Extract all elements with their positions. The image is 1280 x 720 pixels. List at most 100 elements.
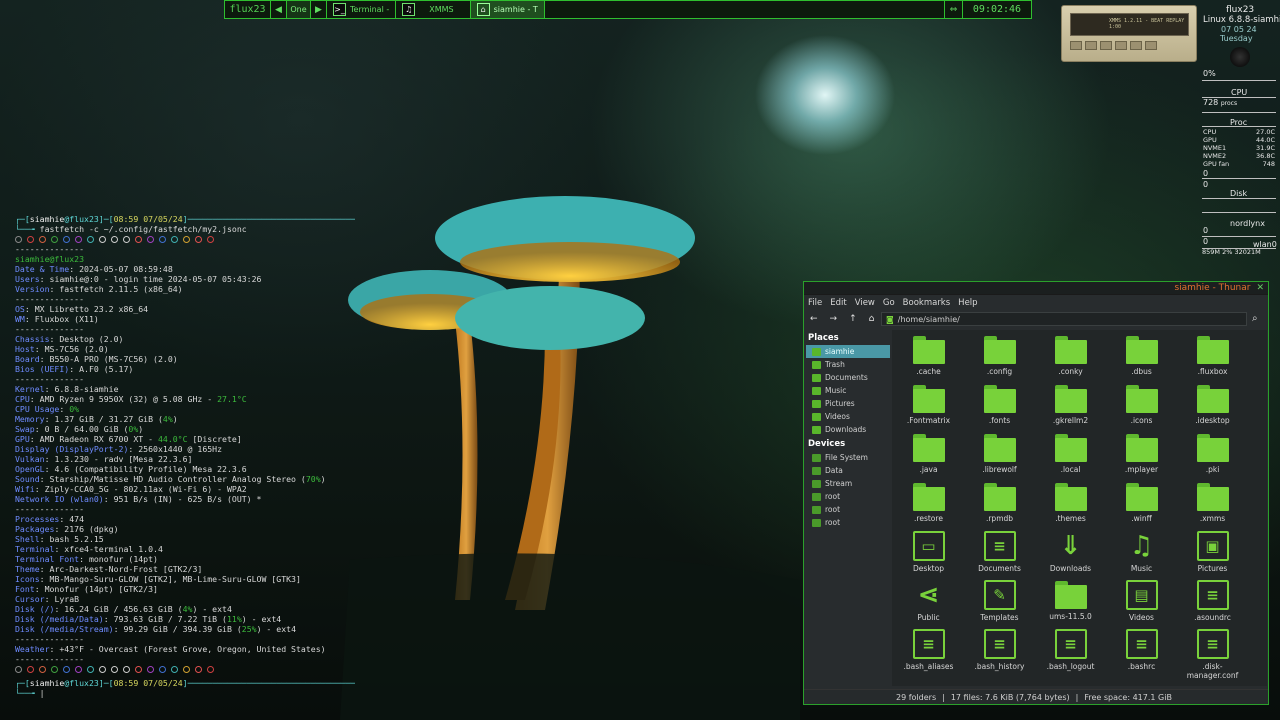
device-item[interactable]: Stream [806, 477, 890, 490]
device-item[interactable]: root [806, 503, 890, 516]
file-item[interactable]: .java [893, 428, 964, 474]
task-thunar[interactable]: ⌂ siamhie - T [470, 1, 545, 18]
file-item[interactable]: .Fontmatrix [893, 379, 964, 425]
file-item[interactable]: .local [1035, 428, 1106, 474]
temp-value: 748 [1262, 160, 1275, 168]
device-label: root [825, 518, 841, 527]
color-swatch-icon [15, 666, 22, 673]
file-item[interactable]: .xmms [1177, 477, 1248, 523]
systray-toggle-button[interactable]: ⇔ [945, 1, 963, 18]
file-item[interactable]: ≡ .asoundrc [1177, 575, 1248, 622]
previous-icon[interactable] [1070, 41, 1082, 50]
file-item[interactable]: ♫ Music [1106, 526, 1177, 574]
file-item[interactable]: .themes [1035, 477, 1106, 523]
close-icon[interactable]: ✕ [1256, 283, 1264, 293]
back-arrow-icon[interactable]: ← [810, 314, 818, 324]
eject-icon[interactable] [1145, 41, 1157, 50]
file-item[interactable]: ≡ .bash_aliases [893, 624, 964, 671]
color-swatch-icon [111, 236, 118, 243]
device-item[interactable]: root [806, 516, 890, 529]
menu-edit[interactable]: Edit [830, 298, 846, 308]
color-swatch-icon [135, 236, 142, 243]
menu-help[interactable]: Help [958, 298, 977, 308]
file-item[interactable]: ≡ .bash_logout [1035, 624, 1106, 671]
file-item[interactable]: ≡ Documents [964, 526, 1035, 573]
toolbar-spacer [545, 1, 945, 18]
file-name: Videos [1129, 613, 1154, 622]
prev-workspace-button[interactable]: ◀ [271, 1, 287, 18]
up-arrow-icon[interactable]: ↑ [849, 314, 857, 324]
file-item[interactable]: .fluxbox [1177, 330, 1248, 376]
info-key: Date & Time [15, 264, 70, 274]
device-item[interactable]: root [806, 490, 890, 503]
menu-view[interactable]: View [855, 298, 875, 308]
file-item[interactable]: .idesktop [1177, 379, 1248, 425]
file-item[interactable]: ≡ .disk-manager.conf [1177, 624, 1248, 680]
file-item[interactable]: .restore [893, 477, 964, 523]
menu-bookmarks[interactable]: Bookmarks [903, 298, 951, 308]
sidebar-item-videos[interactable]: Videos [806, 410, 890, 423]
file-item[interactable]: ⇓ Downloads [1035, 526, 1106, 574]
file-item[interactable]: .conky [1035, 330, 1106, 376]
file-name: .winff [1131, 514, 1152, 523]
file-item[interactable]: ≡ .bashrc [1106, 624, 1177, 671]
task-xmms[interactable]: ♫ XMMS [396, 1, 471, 18]
info-suffix: ) [172, 414, 178, 424]
sidebar-item-downloads[interactable]: Downloads [806, 423, 890, 436]
device-item[interactable]: File System [806, 451, 890, 464]
forward-arrow-icon[interactable]: → [830, 314, 838, 324]
info-highlight: 4% [162, 414, 173, 424]
file-item[interactable]: ✎ Templates [964, 575, 1035, 622]
file-item[interactable]: ⋖ Public [893, 575, 964, 623]
file-item[interactable]: ≡ .bash_history [964, 624, 1035, 671]
sidebar-item-siamhie[interactable]: siamhie [806, 345, 890, 358]
task-terminal[interactable]: >_ Terminal - [327, 1, 397, 18]
info-value: 2024-05-07 08:59:48 [79, 264, 173, 274]
sidebar-item-pictures[interactable]: Pictures [806, 397, 890, 410]
sidebar-item-documents[interactable]: Documents [806, 371, 890, 384]
folder-icon [1054, 385, 1087, 413]
home-icon[interactable]: ⌂ [869, 314, 875, 324]
search-icon[interactable]: ⌕ [1252, 313, 1258, 324]
stop-icon[interactable] [1115, 41, 1127, 50]
file-item[interactable]: ▤ Videos [1106, 575, 1177, 622]
file-item[interactable]: .librewolf [964, 428, 1035, 474]
color-swatch-icon [111, 666, 118, 673]
terminal-input-line[interactable]: └──╼ | [15, 688, 355, 698]
menu-file[interactable]: File [808, 298, 822, 308]
file-item[interactable]: .pki [1177, 428, 1248, 474]
file-item[interactable]: .icons [1106, 379, 1177, 425]
sidebar-item-label: Music [825, 386, 847, 395]
current-workspace[interactable]: One [287, 1, 311, 18]
terminal-icon: >_ [333, 3, 346, 16]
thunar-window[interactable]: siamhie - Thunar ✕ File Edit View Go Boo… [803, 281, 1269, 705]
info-value: 951 B/s (IN) - 625 B/s (OUT) * [113, 494, 262, 504]
thunar-titlebar[interactable]: siamhie - Thunar ✕ [804, 282, 1268, 295]
sidebar-item-trash[interactable]: Trash [806, 358, 890, 371]
file-item[interactable]: ▣ Pictures [1177, 526, 1248, 573]
file-item[interactable]: .dbus [1106, 330, 1177, 376]
file-item[interactable]: .mplayer [1106, 428, 1177, 474]
file-item[interactable]: .config [964, 330, 1035, 376]
device-item[interactable]: Data [806, 464, 890, 477]
file-item[interactable]: .fonts [964, 379, 1035, 425]
info-key: CPU [15, 394, 30, 404]
file-item[interactable]: ▭ Desktop [893, 526, 964, 573]
menu-go[interactable]: Go [883, 298, 895, 308]
file-item[interactable]: .gkrellm2 [1035, 379, 1106, 425]
file-item[interactable]: .rpmdb [964, 477, 1035, 523]
file-view[interactable]: .cache .config .conky .dbus .fluxbox .Fontmat… [892, 330, 1267, 686]
sidebar-item-music[interactable]: Music [806, 384, 890, 397]
terminal-output[interactable]: ┌─[siamhie@flux23]─[08:59 07/05/24]─────… [15, 214, 355, 698]
play-icon[interactable] [1085, 41, 1097, 50]
file-item[interactable]: .winff [1106, 477, 1177, 523]
next-workspace-button[interactable]: ▶ [311, 1, 327, 18]
file-item[interactable]: ums-11.5.0 [1035, 575, 1106, 621]
file-item[interactable]: .cache [893, 330, 964, 376]
color-swatch-icon [159, 236, 166, 243]
xmms-player[interactable]: XMMS 1.2.11 - BEAT REPLAY 1:00 [1061, 5, 1197, 62]
next-icon[interactable] [1130, 41, 1142, 50]
location-bar[interactable]: ◙ /home/siamhie/ [881, 312, 1247, 326]
pause-icon[interactable] [1100, 41, 1112, 50]
moon-phase-icon [1230, 47, 1250, 67]
